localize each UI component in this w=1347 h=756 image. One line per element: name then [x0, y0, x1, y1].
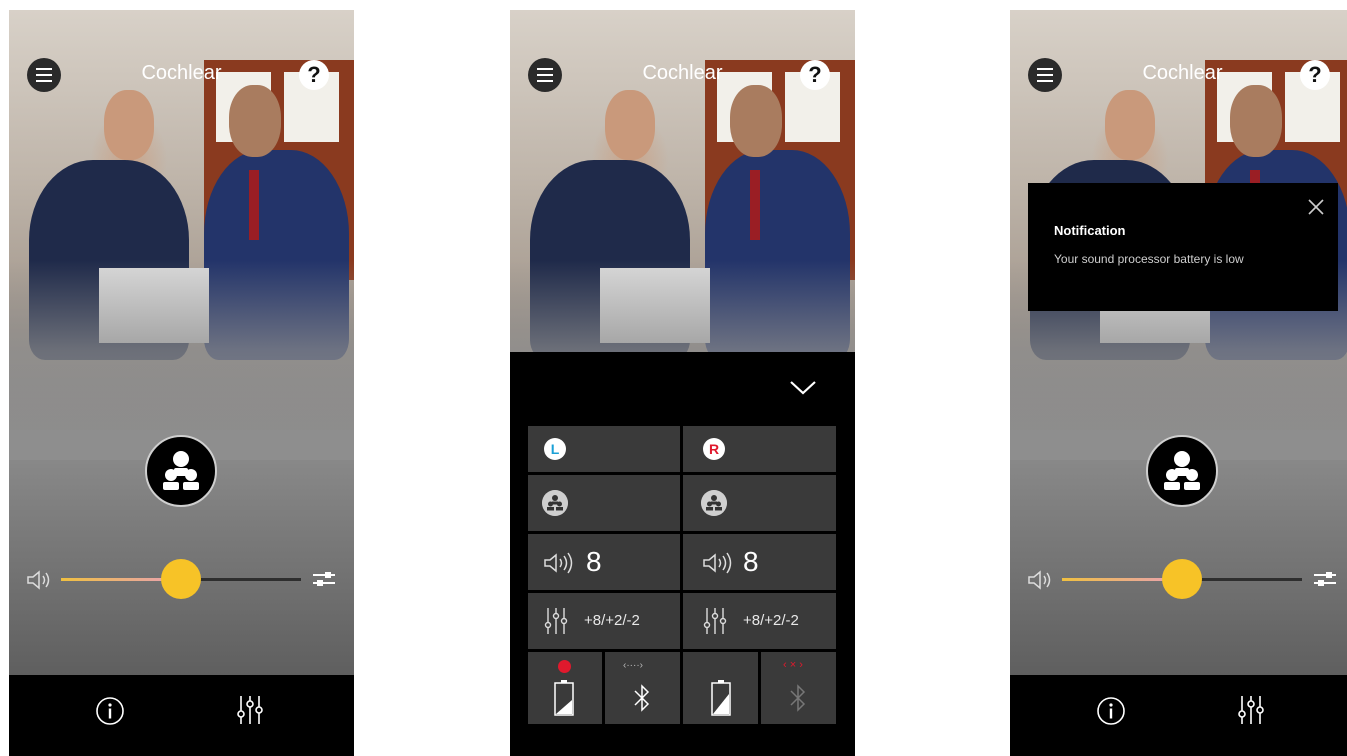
program-button[interactable] [1146, 435, 1218, 507]
right-eq-cell[interactable]: +8/+2/-2 [683, 593, 836, 649]
left-volume-value: 8 [586, 546, 602, 577]
phone-screen-status-panel: Cochlear ? L R 8 8 +8/+2/-2 +8/+2/-2 ‹··… [510, 10, 855, 756]
right-program-cell[interactable] [683, 475, 836, 531]
left-volume-cell[interactable]: 8 [528, 534, 680, 590]
left-badge: L [544, 438, 566, 460]
right-eq-value: +8/+2/-2 [743, 612, 799, 629]
volume-slider-knob[interactable] [1162, 559, 1202, 599]
person-right-head [1230, 85, 1282, 157]
tie [750, 170, 760, 240]
right-bluetooth-cell[interactable]: ‹ × › [761, 652, 836, 724]
sliders-icon[interactable] [1312, 567, 1338, 591]
program-button[interactable] [145, 435, 217, 507]
photo-fade [9, 260, 354, 460]
mixer-icon[interactable] [1235, 694, 1267, 726]
notification-message: Your sound processor battery is low [1054, 252, 1244, 266]
right-link-status: ‹ × › [783, 659, 803, 671]
bluetooth-icon [634, 684, 650, 712]
right-battery-cell[interactable] [683, 652, 758, 724]
left-bluetooth-cell[interactable]: ‹····› [605, 652, 680, 724]
left-battery-cell[interactable] [528, 652, 602, 724]
right-badge: R [703, 438, 725, 460]
phone-screen-home: Cochlear ? [9, 10, 354, 756]
left-side-header: L [528, 426, 680, 472]
person-left-head [605, 90, 655, 160]
volume-slider[interactable] [61, 559, 301, 599]
speaker-icon [1028, 570, 1051, 590]
phone-screen-notification: Cochlear ? Notification Your sound proce… [1010, 10, 1347, 756]
speaker-icon [27, 570, 50, 590]
help-icon[interactable]: ? [299, 60, 329, 90]
battery-icon [554, 680, 574, 716]
left-eq-value: +8/+2/-2 [584, 612, 640, 629]
processor-status-panel: L R 8 8 +8/+2/-2 +8/+2/-2 ‹····› ‹ × › [510, 352, 855, 756]
person-left-head [1105, 90, 1155, 160]
people-group-icon [163, 451, 199, 490]
chevron-down-icon[interactable] [788, 377, 818, 397]
battery-warning-dot [558, 660, 571, 673]
people-group-icon [542, 490, 568, 516]
person-left-head [104, 90, 154, 160]
mixer-icon[interactable] [234, 694, 266, 726]
bluetooth-icon [790, 684, 806, 712]
info-icon[interactable] [1096, 696, 1126, 726]
info-icon[interactable] [95, 696, 125, 726]
volume-slider-knob[interactable] [161, 559, 201, 599]
help-icon[interactable]: ? [1300, 60, 1330, 90]
help-icon[interactable]: ? [800, 60, 830, 90]
left-program-cell[interactable] [528, 475, 680, 531]
bottom-nav [1010, 675, 1347, 756]
left-link-status: ‹····› [623, 660, 643, 671]
right-side-header: R [683, 426, 836, 472]
right-volume-value: 8 [743, 546, 759, 577]
brand-logo: Cochlear [1142, 62, 1223, 84]
volume-slider[interactable] [1062, 559, 1302, 599]
battery-icon [711, 680, 731, 716]
speaker-icon [703, 552, 732, 574]
mixer-icon [544, 608, 568, 634]
left-eq-cell[interactable]: +8/+2/-2 [528, 593, 680, 649]
speaker-icon [544, 552, 573, 574]
close-icon[interactable] [1306, 197, 1326, 217]
person-right-head [229, 85, 281, 157]
notification-toast: Notification Your sound processor batter… [1028, 183, 1338, 311]
people-group-icon [701, 490, 727, 516]
mixer-icon [703, 608, 727, 634]
people-group-icon [1164, 451, 1200, 490]
right-volume-cell[interactable]: 8 [683, 534, 836, 590]
notification-title: Notification [1054, 223, 1126, 238]
sliders-icon[interactable] [311, 567, 337, 591]
bottom-nav [9, 675, 354, 756]
person-right-head [730, 85, 782, 157]
tie [249, 170, 259, 240]
